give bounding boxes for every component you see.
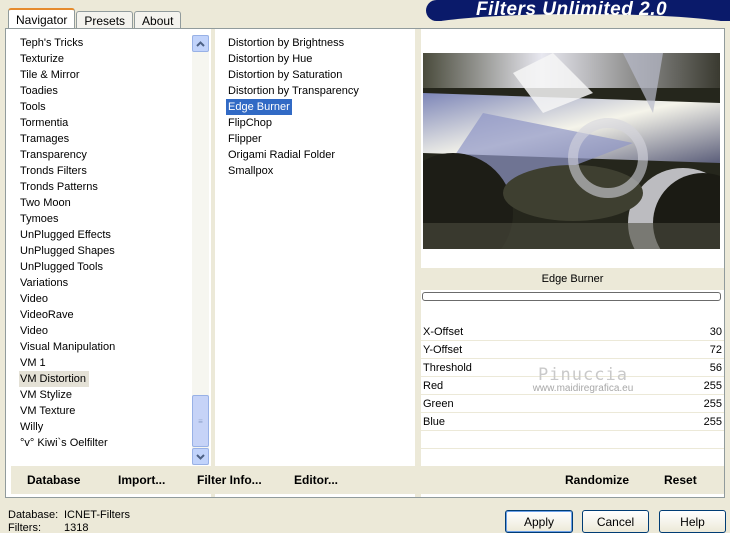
- category-item[interactable]: VM Distortion: [19, 371, 89, 387]
- import-button[interactable]: Import...: [118, 473, 165, 487]
- category-item[interactable]: UnPlugged Shapes: [19, 243, 199, 259]
- category-scrollbar[interactable]: ≡: [192, 35, 209, 465]
- category-item[interactable]: Tronds Filters: [19, 163, 199, 179]
- category-item[interactable]: Willy: [19, 419, 199, 435]
- filter-item[interactable]: Flipper: [226, 131, 264, 147]
- filter-item[interactable]: Edge Burner: [226, 99, 292, 115]
- status-area: Database: ICNET-Filters Filters: 1318: [8, 509, 130, 533]
- progress-bar: [422, 292, 721, 301]
- filters-label: Filters:: [8, 522, 41, 533]
- chevron-up-icon: [196, 40, 205, 47]
- category-list[interactable]: Teph's Tricks Texturize Tile & Mirror Toadi…: [19, 35, 199, 451]
- category-item[interactable]: UnPlugged Effects: [19, 227, 199, 243]
- scroll-up-button[interactable]: [192, 35, 209, 52]
- database-label: Database:: [8, 509, 59, 521]
- category-item[interactable]: Video: [19, 323, 199, 339]
- left-button-bar: Database Import... Filter Info... Editor…: [11, 466, 415, 494]
- category-item[interactable]: Tile & Mirror: [19, 67, 199, 83]
- parameter-label: X-Offset: [423, 326, 464, 338]
- app-title: Filters Unlimited 2.0: [476, 0, 668, 20]
- filter-item[interactable]: Distortion by Hue: [226, 51, 314, 67]
- parameter-value[interactable]: 255: [704, 413, 722, 431]
- parameter-value[interactable]: 56: [710, 359, 722, 377]
- filter-item[interactable]: Distortion by Transparency: [226, 83, 361, 99]
- category-item[interactable]: Tormentia: [19, 115, 199, 131]
- category-item[interactable]: VM Stylize: [19, 387, 199, 403]
- category-item[interactable]: Tymoes: [19, 211, 199, 227]
- navigator-panel: Teph's Tricks Texturize Tile & Mirror Toadi…: [5, 28, 725, 498]
- category-item[interactable]: Tools: [19, 99, 199, 115]
- category-item[interactable]: Texturize: [19, 51, 199, 67]
- database-button[interactable]: Database: [27, 473, 80, 487]
- parameter-row[interactable]: X-Offset 30: [421, 323, 724, 341]
- parameter-row[interactable]: Green 255: [421, 395, 724, 413]
- category-item[interactable]: Variations: [19, 275, 199, 291]
- filter-item[interactable]: FlipChop: [226, 115, 274, 131]
- filter-item[interactable]: Origami Radial Folder: [226, 147, 337, 163]
- parameter-value[interactable]: 72: [710, 341, 722, 359]
- parameter-label: Red: [423, 380, 444, 392]
- category-item[interactable]: VM Texture: [19, 403, 199, 419]
- tab-strip: Navigator Presets About: [8, 7, 182, 30]
- separator: [211, 29, 215, 497]
- empty-parameter-row: [421, 449, 724, 467]
- tab-presets[interactable]: Presets: [76, 11, 134, 29]
- right-button-bar: Randomize Reset: [421, 466, 724, 494]
- reset-button[interactable]: Reset: [664, 473, 697, 487]
- database-value: ICNET-Filters: [64, 509, 130, 521]
- parameter-label: Y-Offset: [423, 344, 463, 356]
- editor-button[interactable]: Editor...: [294, 473, 338, 487]
- category-item[interactable]: Toadies: [19, 83, 199, 99]
- filters-count: 1318: [64, 522, 89, 533]
- category-item[interactable]: Video: [19, 291, 199, 307]
- parameter-row[interactable]: Y-Offset 72: [421, 341, 724, 359]
- preview-image: [423, 53, 720, 249]
- category-item[interactable]: Visual Manipulation: [19, 339, 199, 355]
- parameter-value[interactable]: 255: [704, 395, 722, 413]
- tab-navigator[interactable]: Navigator: [8, 8, 76, 30]
- parameter-label: Blue: [423, 416, 446, 428]
- empty-parameter-row: [421, 431, 724, 449]
- parameter-value[interactable]: 30: [710, 323, 722, 341]
- category-item[interactable]: VM 1: [19, 355, 199, 371]
- parameter-list: X-Offset 30 Y-Offset 72 Threshold 56 Red 255 Gre…: [421, 323, 724, 467]
- filter-item[interactable]: Distortion by Saturation: [226, 67, 344, 83]
- category-item[interactable]: Tramages: [19, 131, 199, 147]
- filter-info-button[interactable]: Filter Info...: [197, 473, 262, 487]
- parameter-value[interactable]: 255: [704, 377, 722, 395]
- randomize-button[interactable]: Randomize: [565, 473, 629, 487]
- category-item[interactable]: Transparency: [19, 147, 199, 163]
- parameter-label: Threshold: [423, 362, 472, 374]
- help-button[interactable]: Help: [659, 510, 726, 533]
- scroll-down-button[interactable]: [192, 448, 209, 465]
- category-item[interactable]: VideoRave: [19, 307, 199, 323]
- category-item[interactable]: Two Moon: [19, 195, 199, 211]
- chevron-down-icon: [196, 453, 205, 460]
- category-item[interactable]: Teph's Tricks: [19, 35, 199, 51]
- parameter-row[interactable]: Red 255: [421, 377, 724, 395]
- parameter-row[interactable]: Threshold 56: [421, 359, 724, 377]
- category-item[interactable]: Tronds Patterns: [19, 179, 199, 195]
- category-item[interactable]: UnPlugged Tools: [19, 259, 199, 275]
- category-item[interactable]: °v° Kiwi`s Oelfilter: [19, 435, 199, 451]
- cancel-button[interactable]: Cancel: [582, 510, 649, 533]
- filter-item[interactable]: Smallpox: [226, 163, 275, 179]
- apply-button[interactable]: Apply: [505, 510, 573, 533]
- parameter-label: Green: [423, 398, 454, 410]
- scroll-thumb[interactable]: ≡: [192, 395, 209, 447]
- parameter-row[interactable]: Blue 255: [421, 413, 724, 431]
- filter-list[interactable]: Distortion by Brightness Distortion by Hu…: [226, 35, 416, 179]
- tab-about[interactable]: About: [134, 11, 182, 29]
- current-filter-name: Edge Burner: [421, 268, 724, 290]
- filter-item[interactable]: Distortion by Brightness: [226, 35, 346, 51]
